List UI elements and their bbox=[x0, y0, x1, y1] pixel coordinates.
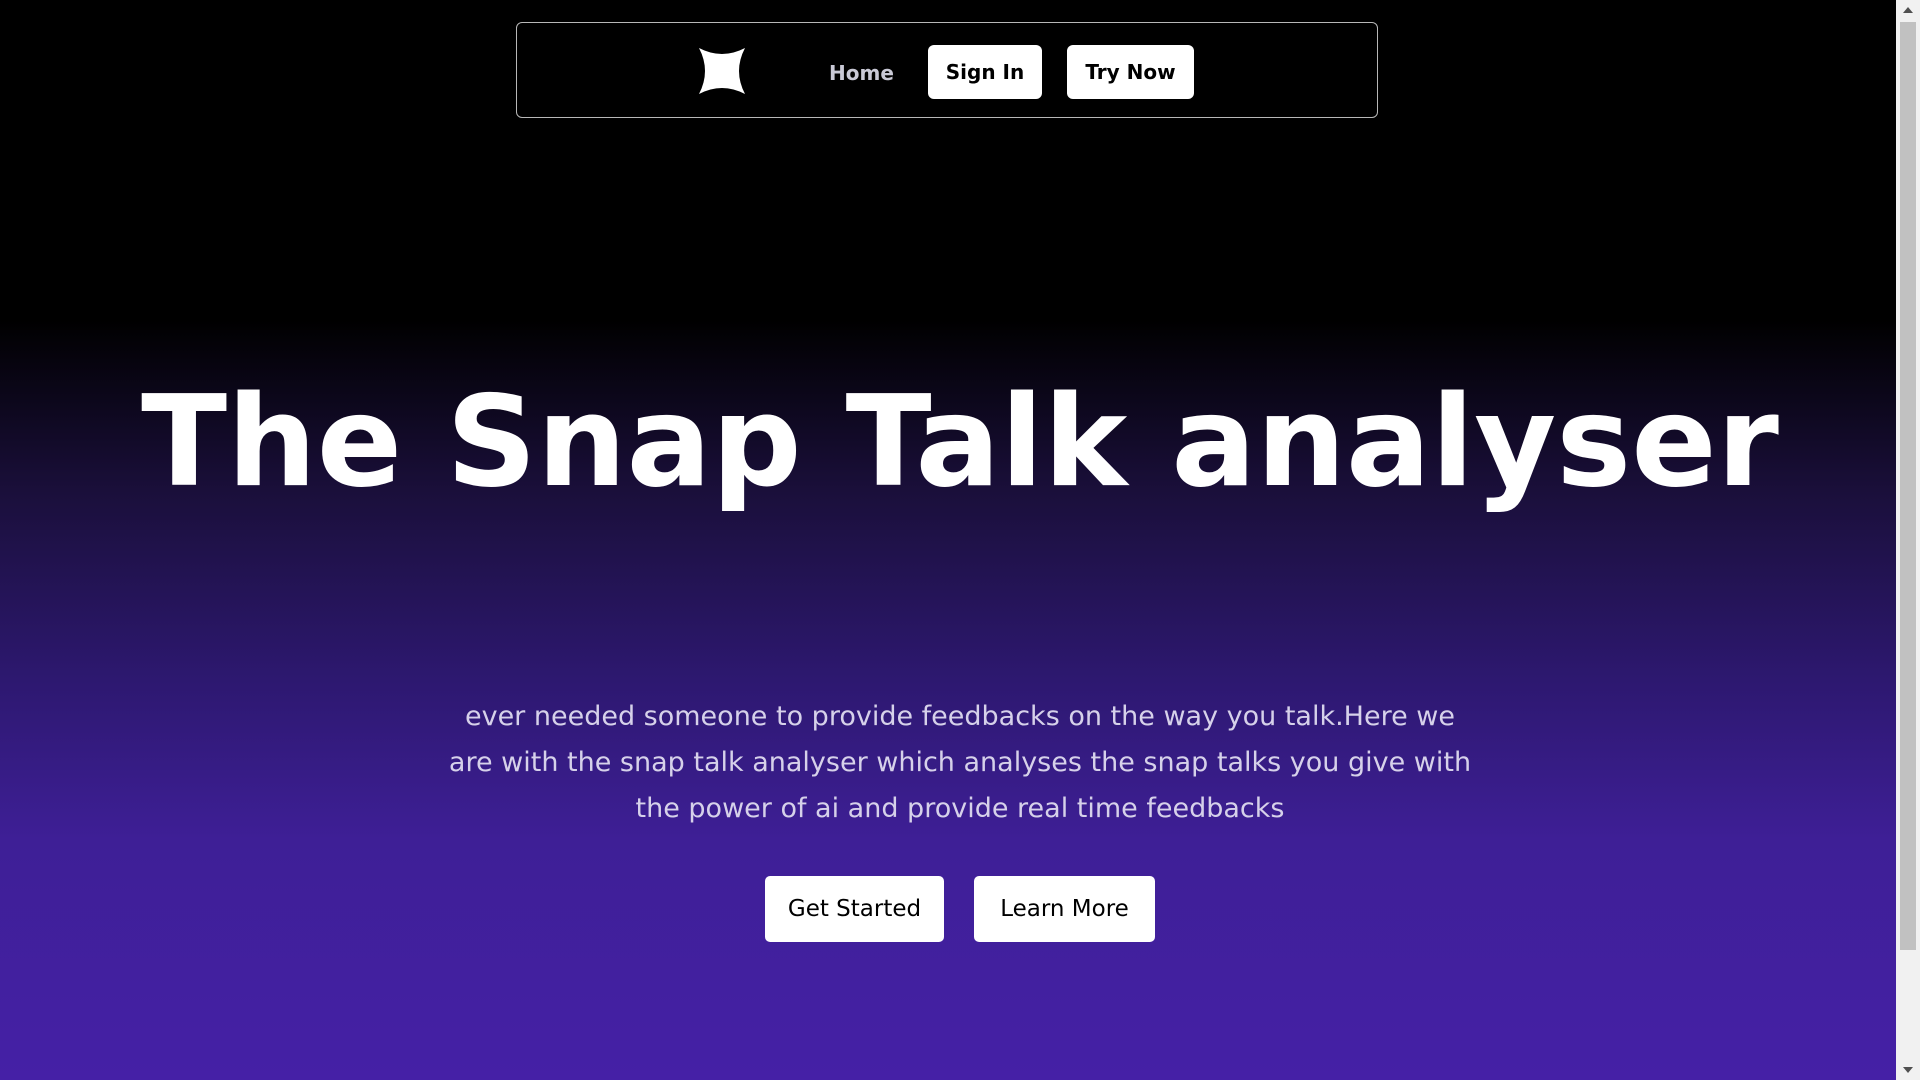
scroll-down-arrow-icon[interactable] bbox=[1896, 1060, 1920, 1080]
nav-home-link[interactable]: Home bbox=[829, 61, 894, 85]
sign-in-button[interactable]: Sign In bbox=[928, 45, 1042, 99]
page-viewport: Home Sign In Try Now The Snap Talk analy… bbox=[0, 0, 1896, 1080]
vertical-scrollbar[interactable] bbox=[1896, 0, 1920, 1080]
navbar: Home Sign In Try Now bbox=[516, 22, 1378, 118]
try-now-button[interactable]: Try Now bbox=[1067, 45, 1194, 99]
hero-title: The Snap Talk analyser bbox=[141, 368, 1779, 515]
scrollbar-thumb[interactable] bbox=[1900, 22, 1916, 950]
scroll-up-arrow-icon[interactable] bbox=[1896, 0, 1920, 20]
four-point-star-icon[interactable] bbox=[697, 46, 747, 96]
hero-subtitle: ever needed someone to provide feedbacks… bbox=[448, 701, 1472, 824]
learn-more-button[interactable]: Learn More bbox=[974, 876, 1155, 942]
get-started-button[interactable]: Get Started bbox=[765, 876, 944, 942]
